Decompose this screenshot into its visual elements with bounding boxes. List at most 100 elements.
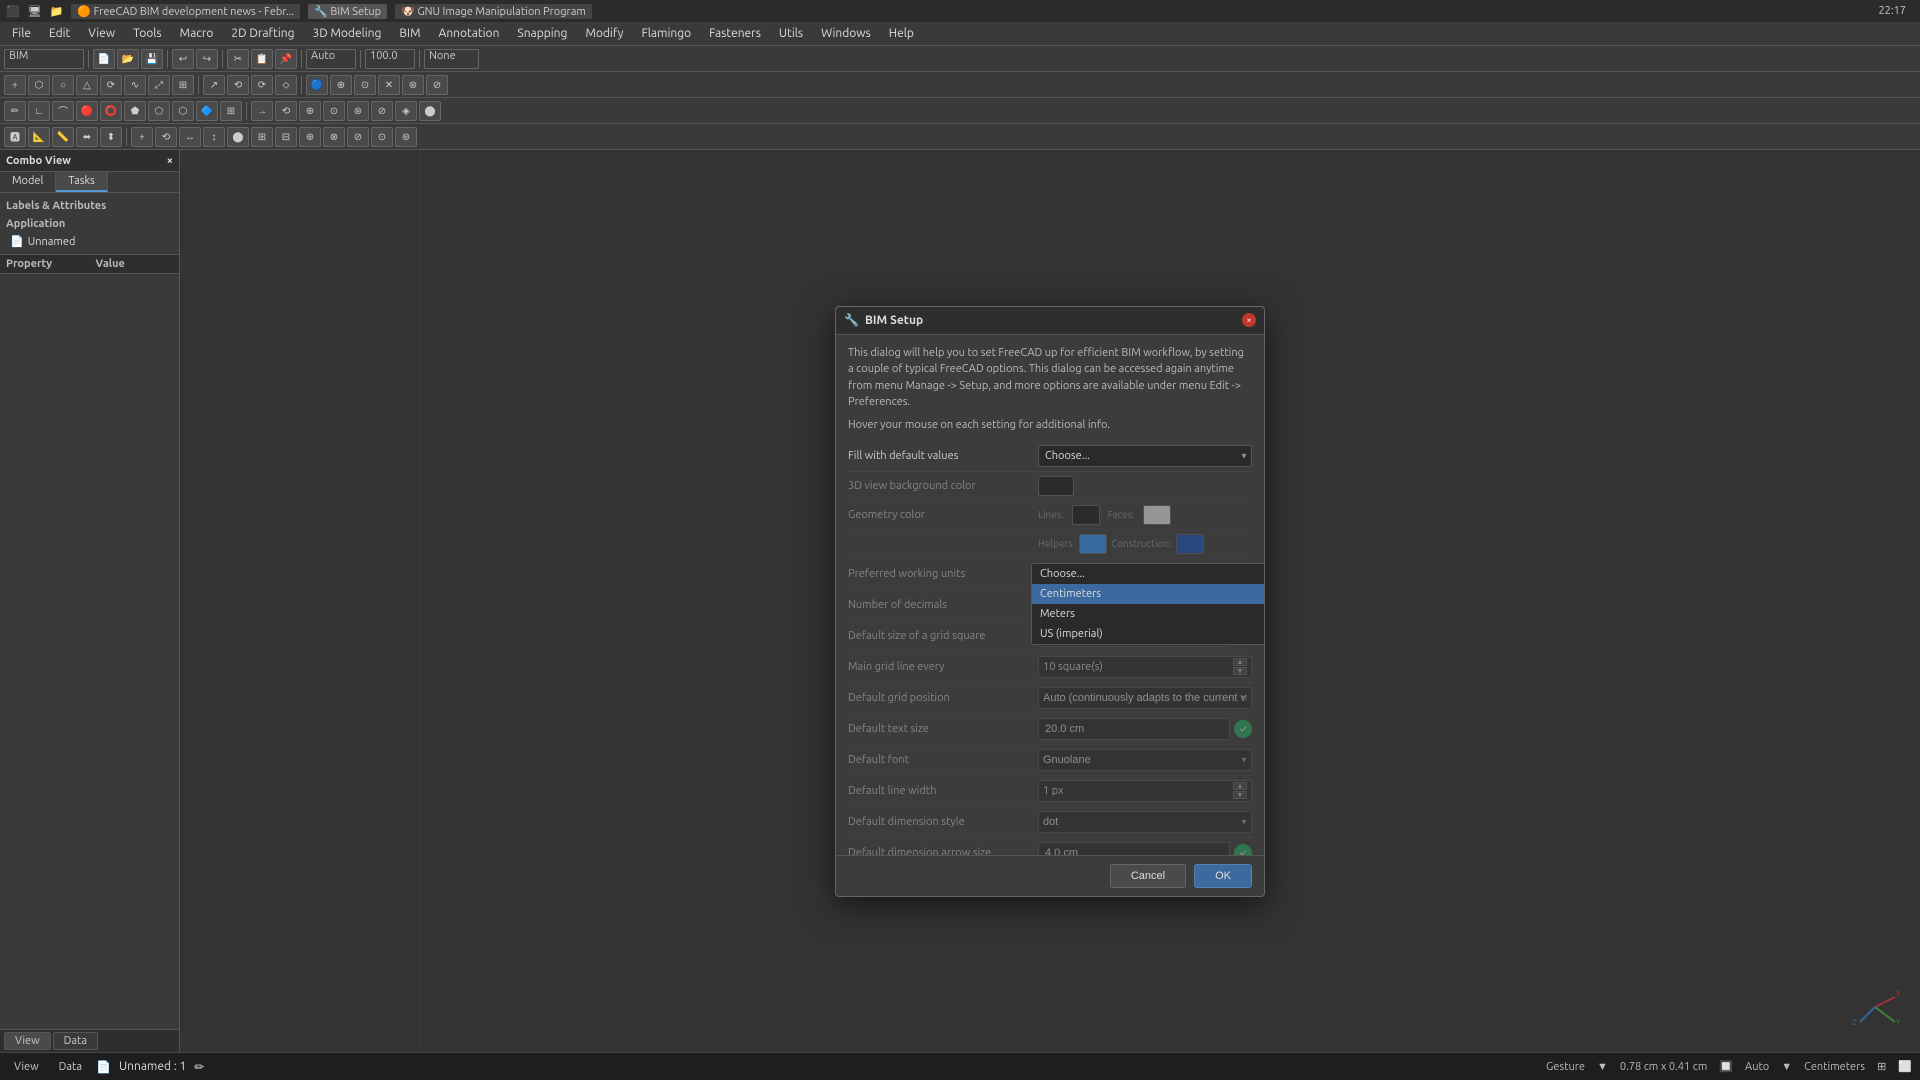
menu-2d-drafting[interactable]: 2D Drafting bbox=[223, 25, 302, 42]
tb3-btn9[interactable]: 🔷 bbox=[196, 101, 218, 121]
menu-tools[interactable]: Tools bbox=[125, 25, 170, 42]
tb3-btn5[interactable]: ⭕ bbox=[100, 101, 122, 121]
tb2-btn4[interactable]: △ bbox=[76, 75, 98, 95]
tb3-btn16[interactable]: ⊘ bbox=[371, 101, 393, 121]
none-selector[interactable]: None bbox=[424, 49, 479, 69]
tb4-btn14[interactable]: ⊗ bbox=[323, 127, 345, 147]
tb4-btn12[interactable]: ⊟ bbox=[275, 127, 297, 147]
gimp-taskbar-btn[interactable]: 🐶 GNU Image Manipulation Program bbox=[395, 4, 592, 19]
zoom-level[interactable]: 100.0 bbox=[365, 49, 415, 69]
tb3-btn11[interactable]: → bbox=[251, 101, 273, 121]
tb3-btn7[interactable]: ⬠ bbox=[148, 101, 170, 121]
units-option-centimeters[interactable]: Centimeters bbox=[1032, 584, 1264, 604]
tb2-btn2[interactable]: ⬡ bbox=[28, 75, 50, 95]
tb2-snap2[interactable]: ⊕ bbox=[330, 75, 352, 95]
tb3-btn4[interactable]: 🔴 bbox=[76, 101, 98, 121]
desktop-icon[interactable]: ⬛ bbox=[6, 5, 20, 18]
menu-view[interactable]: View bbox=[80, 25, 123, 42]
tb2-btn1[interactable]: + bbox=[4, 75, 26, 95]
save-btn[interactable]: 💾 bbox=[141, 49, 163, 69]
tb4-btn13[interactable]: ⊕ bbox=[299, 127, 321, 147]
view-mode[interactable]: Auto bbox=[306, 49, 356, 69]
tab-model[interactable]: Model bbox=[0, 172, 56, 192]
view-tab[interactable]: View bbox=[4, 1032, 51, 1050]
tb4-btn2[interactable]: 📐 bbox=[28, 127, 50, 147]
tb4-btn1[interactable]: 🅰 bbox=[4, 127, 26, 147]
font-select[interactable]: Gnuolane Arial bbox=[1038, 749, 1252, 771]
tb2-snap4[interactable]: ✕ bbox=[378, 75, 400, 95]
cut-btn[interactable]: ✂ bbox=[227, 49, 249, 69]
tab-tasks[interactable]: Tasks bbox=[56, 172, 107, 192]
tb2-btn10[interactable]: ⟲ bbox=[227, 75, 249, 95]
tb2-snap3[interactable]: ⊙ bbox=[354, 75, 376, 95]
tb4-btn17[interactable]: ⊛ bbox=[395, 127, 417, 147]
line-width-down[interactable]: ▼ bbox=[1233, 791, 1247, 799]
tb2-snap1[interactable]: 🔵 bbox=[306, 75, 328, 95]
text-size-input[interactable] bbox=[1038, 718, 1230, 740]
gesture-dropdown-icon[interactable]: ▼ bbox=[1597, 1061, 1608, 1073]
tb2-btn5[interactable]: ⟳ bbox=[100, 75, 122, 95]
menu-modify[interactable]: Modify bbox=[577, 25, 631, 42]
bim-setup-taskbar-btn[interactable]: 🔧 BIM Setup bbox=[308, 4, 387, 19]
ok-button[interactable]: OK bbox=[1194, 864, 1252, 888]
dimension-style-select[interactable]: dot arrow bbox=[1038, 811, 1252, 833]
lines-color-swatch[interactable] bbox=[1072, 505, 1100, 525]
copy-btn[interactable]: 📋 bbox=[251, 49, 273, 69]
tb3-btn13[interactable]: ⊕ bbox=[299, 101, 321, 121]
tb3-btn15[interactable]: ⊛ bbox=[347, 101, 369, 121]
menu-3d-modeling[interactable]: 3D Modeling bbox=[305, 25, 390, 42]
redo-btn[interactable]: ↪ bbox=[196, 49, 218, 69]
tb3-btn1[interactable]: ✏ bbox=[4, 101, 26, 121]
unnamed-item[interactable]: 📄 Unnamed bbox=[6, 233, 173, 250]
tb2-snap5[interactable]: ⊛ bbox=[402, 75, 424, 95]
tb4-btn9[interactable]: ↕ bbox=[203, 127, 225, 147]
line-width-up[interactable]: ▲ bbox=[1233, 782, 1247, 790]
grid-position-select[interactable]: Auto (continuously adapts to the current… bbox=[1038, 687, 1252, 709]
menu-snapping[interactable]: Snapping bbox=[509, 25, 575, 42]
freecad-taskbar-btn[interactable]: 🟠 FreeCAD BIM development news - Febr... bbox=[71, 4, 300, 19]
units-option-choose[interactable]: Choose... bbox=[1032, 564, 1264, 584]
tb2-btn11[interactable]: ⟳ bbox=[251, 75, 273, 95]
undo-btn[interactable]: ↩ bbox=[172, 49, 194, 69]
main-grid-down[interactable]: ▼ bbox=[1233, 667, 1247, 675]
auto-dropdown-icon[interactable]: ▼ bbox=[1781, 1061, 1792, 1073]
paste-btn[interactable]: 📌 bbox=[275, 49, 297, 69]
tb4-btn5[interactable]: ⬍ bbox=[100, 127, 122, 147]
units-option-meters[interactable]: Meters bbox=[1032, 604, 1264, 624]
tb3-btn2[interactable]: ∟ bbox=[28, 101, 50, 121]
new-btn[interactable]: 📄 bbox=[93, 49, 115, 69]
tb2-btn3[interactable]: ○ bbox=[52, 75, 74, 95]
menu-bim[interactable]: BIM bbox=[391, 25, 428, 42]
data-tab[interactable]: Data bbox=[53, 1032, 98, 1050]
menu-edit[interactable]: Edit bbox=[41, 25, 78, 42]
files-icon[interactable]: 📁 bbox=[50, 5, 64, 18]
tb4-btn8[interactable]: ↔ bbox=[179, 127, 201, 147]
tb4-btn16[interactable]: ⊙ bbox=[371, 127, 393, 147]
terminal-icon[interactable]: 🖥 bbox=[28, 5, 42, 18]
cancel-button[interactable]: Cancel bbox=[1110, 864, 1186, 888]
open-btn[interactable]: 📂 bbox=[117, 49, 139, 69]
tb2-btn9[interactable]: ↗ bbox=[203, 75, 225, 95]
menu-macro[interactable]: Macro bbox=[172, 25, 222, 42]
tb3-btn14[interactable]: ⊙ bbox=[323, 101, 345, 121]
menu-utils[interactable]: Utils bbox=[771, 25, 811, 42]
tb3-btn12[interactable]: ⟲ bbox=[275, 101, 297, 121]
tb3-btn6[interactable]: ⬟ bbox=[124, 101, 146, 121]
fill-defaults-input[interactable]: Choose... bbox=[1038, 445, 1252, 467]
data-tab-status[interactable]: Data bbox=[53, 1059, 88, 1075]
menu-annotation[interactable]: Annotation bbox=[431, 25, 508, 42]
menu-file[interactable]: File bbox=[4, 25, 39, 42]
tb2-btn7[interactable]: ⤢ bbox=[148, 75, 170, 95]
units-option-us-imperial[interactable]: US (imperial) bbox=[1032, 624, 1264, 644]
workbench-selector[interactable]: BIM bbox=[4, 49, 84, 69]
tb4-btn3[interactable]: 📏 bbox=[52, 127, 74, 147]
tb2-btn6[interactable]: ∿ bbox=[124, 75, 146, 95]
tb4-btn10[interactable]: ⬤ bbox=[227, 127, 249, 147]
dialog-close-btn[interactable]: × bbox=[1242, 313, 1256, 327]
tb3-btn18[interactable]: ⬤ bbox=[419, 101, 441, 121]
main-grid-up[interactable]: ▲ bbox=[1233, 658, 1247, 666]
tb4-btn4[interactable]: ⬌ bbox=[76, 127, 98, 147]
tb4-btn11[interactable]: ⊞ bbox=[251, 127, 273, 147]
menu-fasteners[interactable]: Fasteners bbox=[701, 25, 769, 42]
helpers-color-swatch[interactable] bbox=[1079, 534, 1107, 554]
